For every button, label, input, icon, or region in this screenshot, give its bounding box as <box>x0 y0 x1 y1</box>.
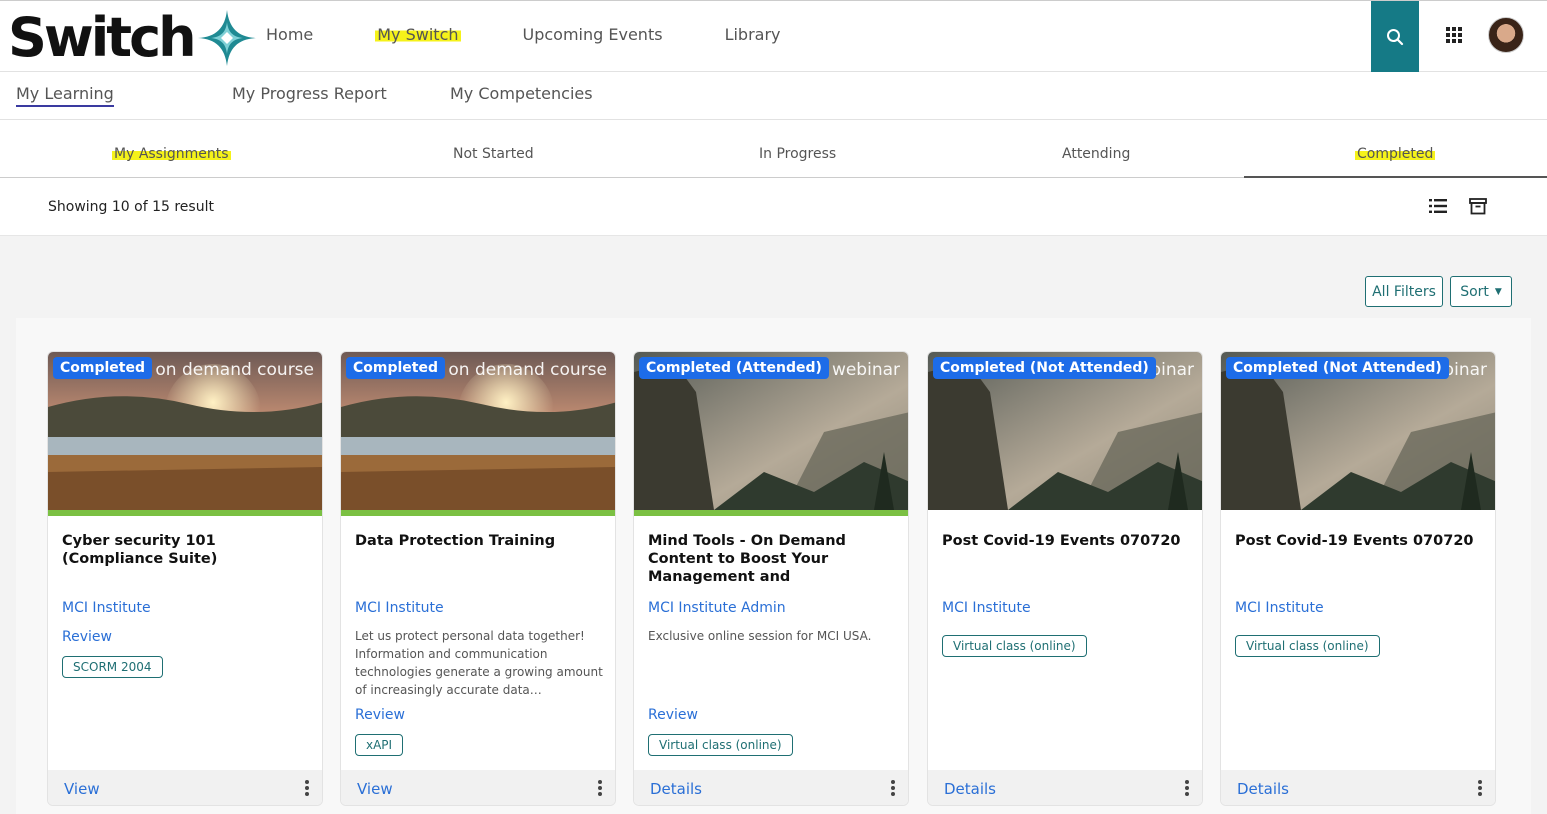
tab-completed[interactable]: Completed <box>1355 146 1436 162</box>
details-link[interactable]: Details <box>1237 780 1289 798</box>
view-link[interactable]: View <box>357 780 393 798</box>
nav-upcoming-events-label: Upcoming Events <box>522 25 663 44</box>
card-type-label: on demand course <box>448 360 607 380</box>
top-header: Switch Home My Switch Upcoming Events Li… <box>0 0 1547 72</box>
all-filters-label: All Filters <box>1372 283 1436 300</box>
caret-down-icon: ▼ <box>1494 286 1502 297</box>
subnav-my-competencies[interactable]: My Competencies <box>450 84 593 103</box>
status-badge: Completed (Not Attended) <box>1226 357 1449 379</box>
user-avatar[interactable] <box>1488 17 1524 53</box>
nav-library-label: Library <box>724 25 781 44</box>
card-type-label: webinar <box>831 360 900 380</box>
card-title[interactable]: Mind Tools - On Demand Content to Boost … <box>648 532 898 586</box>
details-link[interactable]: Details <box>650 780 702 798</box>
progress-bar <box>634 510 908 516</box>
logo-wordmark: Switch <box>8 6 197 69</box>
card-provider[interactable]: MCI Institute <box>942 600 1031 616</box>
more-options-icon[interactable] <box>304 779 310 797</box>
learning-subnav: My Learning My Progress Report My Compet… <box>0 72 1547 120</box>
format-tag: Virtual class (online) <box>942 635 1087 657</box>
nav-home-label: Home <box>266 25 314 44</box>
card-title[interactable]: Post Covid-19 Events 070720 <box>1235 532 1485 550</box>
card-title[interactable]: Post Covid-19 Events 070720 <box>942 532 1192 550</box>
format-tag: Virtual class (online) <box>1235 635 1380 657</box>
format-tag: Virtual class (online) <box>648 734 793 756</box>
status-badge: Completed <box>346 357 446 379</box>
tab-completed-label: Completed <box>1355 146 1436 162</box>
course-card[interactable]: webinar Completed (Not Attended) Post Co… <box>927 351 1203 806</box>
card-thumbnail: on demand course Completed <box>341 352 615 510</box>
switch-logo[interactable]: Switch <box>8 7 258 69</box>
sort-label: Sort <box>1460 283 1489 300</box>
card-footer: View <box>48 770 322 805</box>
main-navigation: Home My Switch Upcoming Events Library <box>266 25 843 44</box>
card-thumbnail: webinar Completed (Not Attended) <box>928 352 1202 510</box>
all-filters-button[interactable]: All Filters <box>1365 276 1443 307</box>
card-footer: Details <box>1221 770 1495 805</box>
review-link[interactable]: Review <box>62 629 112 645</box>
details-link[interactable]: Details <box>944 780 996 798</box>
tab-my-assignments-label: My Assignments <box>112 146 231 162</box>
tab-not-started[interactable]: Not Started <box>453 146 534 162</box>
tab-not-started-label: Not Started <box>453 146 534 162</box>
sort-button[interactable]: Sort ▼ <box>1450 276 1512 307</box>
format-tag: xAPI <box>355 734 404 756</box>
card-title[interactable]: Data Protection Training <box>355 532 605 550</box>
apps-grid-icon[interactable] <box>1444 25 1464 45</box>
status-badge: Completed (Not Attended) <box>933 357 1156 379</box>
course-card[interactable]: on demand course Completed Data Protecti… <box>340 351 616 806</box>
search-button[interactable] <box>1371 1 1419 72</box>
card-thumbnail: webinar Completed (Attended) <box>634 352 908 510</box>
review-link[interactable]: Review <box>355 707 405 723</box>
progress-bar <box>341 510 615 516</box>
card-provider[interactable]: MCI Institute <box>355 600 444 616</box>
progress-bar <box>48 510 322 516</box>
tab-in-progress-label: In Progress <box>759 146 837 162</box>
card-footer: Details <box>928 770 1202 805</box>
star-logo-icon <box>197 10 256 66</box>
list-view-icon[interactable] <box>1429 198 1447 214</box>
archive-icon[interactable] <box>1469 197 1487 215</box>
results-toolbar: Showing 10 of 15 result <box>0 178 1547 236</box>
card-provider[interactable]: MCI Institute <box>1235 600 1324 616</box>
subnav-my-learning[interactable]: My Learning <box>16 84 114 107</box>
nav-my-switch[interactable]: My Switch <box>375 25 491 44</box>
view-link[interactable]: View <box>64 780 100 798</box>
card-footer: Details <box>634 770 908 805</box>
card-description: Let us protect personal data together! I… <box>355 629 603 697</box>
result-count: Showing 10 of 15 result <box>48 199 214 215</box>
card-thumbnail: on demand course Completed <box>48 352 322 510</box>
tab-in-progress[interactable]: In Progress <box>759 146 836 162</box>
card-provider[interactable]: MCI Institute Admin <box>648 600 786 616</box>
card-description: Exclusive online session for MCI USA. <box>648 629 872 643</box>
subnav-my-progress-report[interactable]: My Progress Report <box>232 84 387 103</box>
nav-my-switch-label: My Switch <box>375 25 461 44</box>
course-card[interactable]: webinar Completed (Attended) Mind Tools … <box>633 351 909 806</box>
nav-upcoming-events[interactable]: Upcoming Events <box>523 25 694 44</box>
nav-library[interactable]: Library <box>725 25 812 44</box>
card-thumbnail: webinar Completed (Not Attended) <box>1221 352 1495 510</box>
more-options-icon[interactable] <box>890 779 896 797</box>
status-badge: Completed <box>53 357 153 379</box>
course-card[interactable]: webinar Completed (Not Attended) Post Co… <box>1220 351 1496 806</box>
more-options-icon[interactable] <box>597 779 603 797</box>
tab-my-assignments[interactable]: My Assignments <box>112 146 231 162</box>
nav-home[interactable]: Home <box>266 25 344 44</box>
assignment-tabs: My Assignments Not Started In Progress A… <box>0 120 1547 178</box>
card-title[interactable]: Cyber security 101 (Compliance Suite) <box>62 532 312 568</box>
card-provider[interactable]: MCI Institute <box>62 600 151 616</box>
more-options-icon[interactable] <box>1477 779 1483 797</box>
review-link[interactable]: Review <box>648 707 698 723</box>
tab-attending[interactable]: Attending <box>1062 146 1130 162</box>
status-badge: Completed (Attended) <box>639 357 829 379</box>
search-icon <box>1387 28 1404 45</box>
format-tag: SCORM 2004 <box>62 656 163 678</box>
card-type-label: on demand course <box>155 360 314 380</box>
card-footer: View <box>341 770 615 805</box>
course-card[interactable]: on demand course Completed Cyber securit… <box>47 351 323 806</box>
more-options-icon[interactable] <box>1184 779 1190 797</box>
tab-attending-label: Attending <box>1062 146 1131 162</box>
